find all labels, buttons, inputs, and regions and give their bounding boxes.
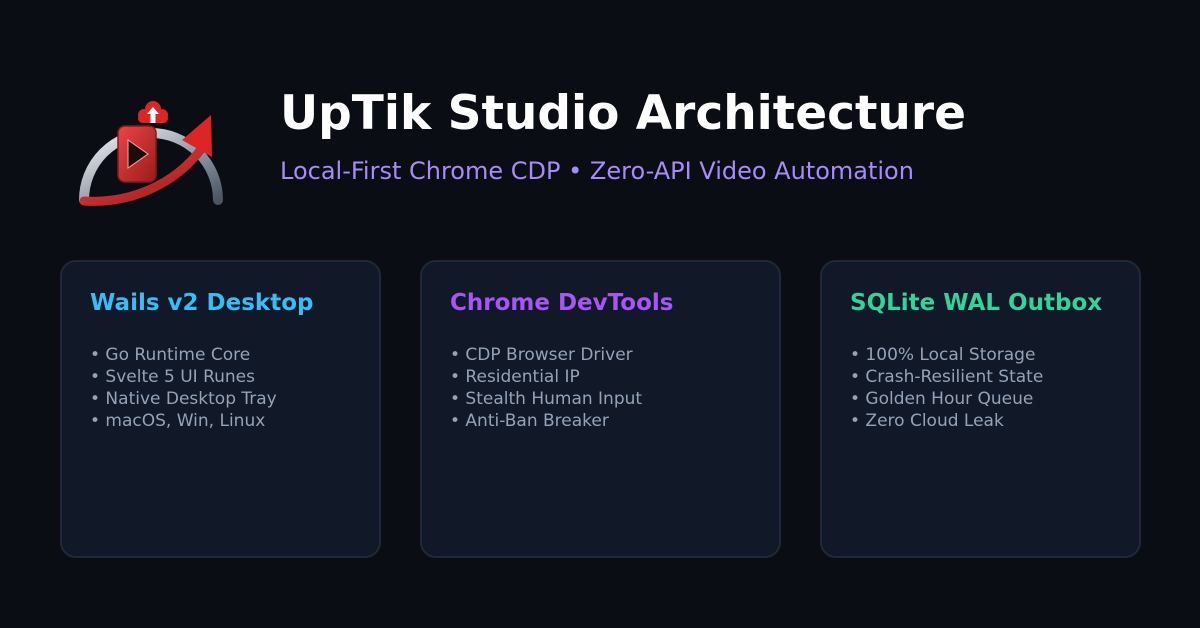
card-feature-list: • 100% Local Storage • Crash-Resilient S… (850, 344, 1043, 432)
list-item: • macOS, Win, Linux (90, 411, 266, 431)
page-title: UpTik Studio Architecture (280, 86, 966, 141)
list-item: • Stealth Human Input (450, 389, 643, 409)
play-icon (117, 125, 157, 183)
list-item: • Golden Hour Queue (850, 389, 1034, 409)
list-item: • 100% Local Storage (850, 345, 1036, 365)
card-chrome-devtools: Chrome DevTools • CDP Browser Driver • R… (420, 260, 781, 558)
list-item: • Anti-Ban Breaker (450, 411, 609, 431)
card-title: Wails v2 Desktop (90, 290, 314, 316)
list-item: • Zero Cloud Leak (850, 411, 1004, 431)
card-title: Chrome DevTools (450, 290, 674, 316)
page-subtitle: Local-First Chrome CDP • Zero-API Video … (280, 157, 914, 185)
card-title: SQLite WAL Outbox (850, 290, 1103, 316)
list-item: • CDP Browser Driver (450, 345, 633, 365)
list-item: • Go Runtime Core (90, 345, 251, 365)
cloud-upload-icon (138, 101, 168, 123)
list-item: • Residential IP (450, 367, 580, 387)
card-feature-list: • Go Runtime Core • Svelte 5 UI Runes • … (90, 344, 277, 432)
card-sqlite-wal-outbox: SQLite WAL Outbox • 100% Local Storage •… (820, 260, 1141, 558)
uptik-logo-icon (79, 101, 223, 206)
list-item: • Crash-Resilient State (850, 367, 1044, 387)
list-item: • Svelte 5 UI Runes (90, 367, 255, 387)
list-item: • Native Desktop Tray (90, 389, 277, 409)
card-feature-list: • CDP Browser Driver • Residential IP • … (450, 344, 642, 432)
card-wails-desktop: Wails v2 Desktop • Go Runtime Core • Sve… (60, 260, 381, 558)
